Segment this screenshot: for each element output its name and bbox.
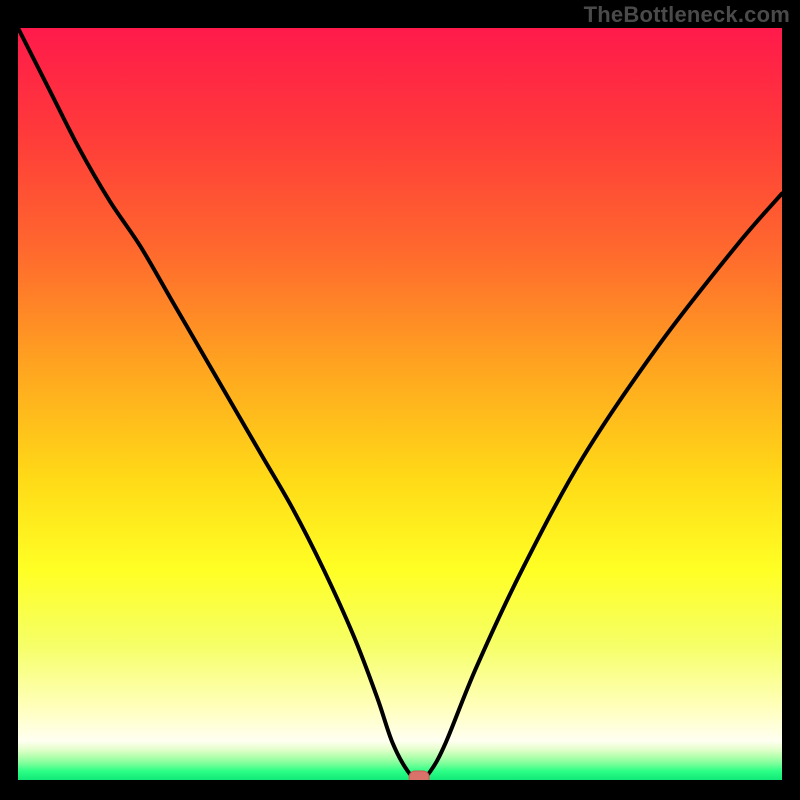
plot-svg [18, 28, 782, 780]
bottleneck-plot [18, 28, 782, 780]
minimum-marker [409, 771, 429, 780]
plot-background [18, 28, 782, 780]
watermark-text: TheBottleneck.com [584, 2, 790, 28]
chart-frame: TheBottleneck.com [0, 0, 800, 800]
